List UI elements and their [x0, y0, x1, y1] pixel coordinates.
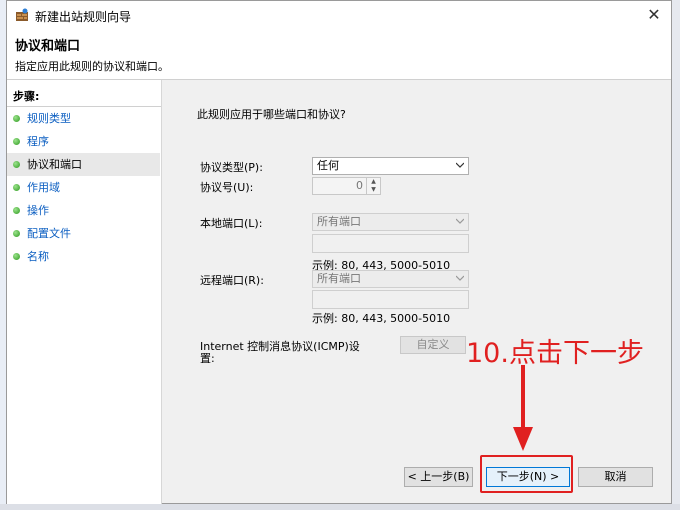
step-bullet-icon — [13, 230, 20, 237]
step-name[interactable]: 名称 — [7, 245, 160, 268]
icmp-label-cont: 置: — [200, 352, 215, 365]
firewall-app-icon — [16, 8, 28, 21]
protocol-number-stepper[interactable]: 0 ▲ ▼ — [312, 177, 381, 195]
step-label: 操作 — [27, 204, 49, 217]
title-bar[interactable]: 新建出站规则向导 ✕ — [7, 1, 671, 29]
spin-arrows-icon[interactable]: ▲ ▼ — [366, 178, 380, 194]
step-label: 作用域 — [27, 181, 60, 194]
protocol-type-dropdown[interactable]: 任何 — [312, 157, 469, 175]
protocol-type-value: 任何 — [317, 159, 339, 172]
step-label: 名称 — [27, 250, 49, 263]
remote-port-input[interactable] — [312, 290, 469, 309]
step-profile[interactable]: 配置文件 — [7, 222, 160, 245]
step-label: 配置文件 — [27, 227, 71, 240]
step-label: 规则类型 — [27, 112, 71, 125]
chevron-down-icon — [456, 162, 464, 168]
step-label: 程序 — [27, 135, 49, 148]
local-port-value: 所有端口 — [317, 215, 361, 228]
remote-port-dropdown[interactable]: 所有端口 — [312, 270, 469, 288]
question-text: 此规则应用于哪些端口和协议? — [197, 108, 346, 121]
remote-port-label: 远程端口(R): — [200, 274, 264, 287]
back-button[interactable]: < 上一步(B) — [404, 467, 473, 487]
wizard-header: 协议和端口 指定应用此规则的协议和端口。 — [7, 29, 671, 80]
step-bullet-icon — [13, 138, 20, 145]
tutorial-annotation: 10.点击下一步 — [466, 338, 644, 369]
icmp-label: Internet 控制消息协议(ICMP)设 — [200, 340, 360, 353]
step-bullet-icon — [13, 161, 20, 168]
content-panel: 此规则应用于哪些端口和协议? 协议类型(P): 任何 协议号(U): 0 ▲ ▼ … — [162, 80, 671, 504]
local-port-input[interactable] — [312, 234, 469, 253]
protocol-number-label: 协议号(U): — [200, 181, 254, 194]
page-title: 协议和端口 — [15, 39, 81, 54]
step-label: 协议和端口 — [27, 158, 82, 171]
wizard-window: 新建出站规则向导 ✕ 协议和端口 指定应用此规则的协议和端口。 步骤: 规则类型… — [6, 0, 672, 504]
customize-button[interactable]: 自定义 — [400, 336, 466, 354]
page-subtitle: 指定应用此规则的协议和端口。 — [15, 60, 169, 73]
close-button[interactable]: ✕ — [643, 5, 665, 25]
window-title: 新建出站规则向导 — [35, 10, 132, 24]
protocol-type-label: 协议类型(P): — [200, 161, 263, 174]
arrow-down-icon — [513, 365, 533, 451]
cancel-button[interactable]: 取消 — [578, 467, 653, 487]
step-bullet-icon — [13, 207, 20, 214]
remote-port-example: 示例: 80, 443, 5000-5010 — [312, 312, 451, 325]
background-taskbar-edge — [0, 504, 680, 510]
step-rule-type[interactable]: 规则类型 — [7, 107, 160, 130]
steps-panel: 步骤: 规则类型 程序 协议和端口 作用域 操作 配置文件 名称 — [7, 80, 162, 504]
step-bullet-icon — [13, 115, 20, 122]
chevron-down-icon — [456, 218, 464, 224]
steps-title: 步骤: — [13, 90, 40, 103]
step-action[interactable]: 操作 — [7, 199, 160, 222]
step-scope[interactable]: 作用域 — [7, 176, 160, 199]
local-port-dropdown[interactable]: 所有端口 — [312, 213, 469, 231]
remote-port-value: 所有端口 — [317, 272, 361, 285]
chevron-down-icon — [456, 275, 464, 281]
step-bullet-icon — [13, 184, 20, 191]
protocol-number-value: 0 — [356, 179, 363, 192]
step-bullet-icon — [13, 253, 20, 260]
step-program[interactable]: 程序 — [7, 130, 160, 153]
background-window-edge — [672, 0, 680, 510]
step-protocol-ports[interactable]: 协议和端口 — [7, 153, 160, 176]
highlight-box — [480, 455, 573, 493]
local-port-label: 本地端口(L): — [200, 217, 263, 230]
